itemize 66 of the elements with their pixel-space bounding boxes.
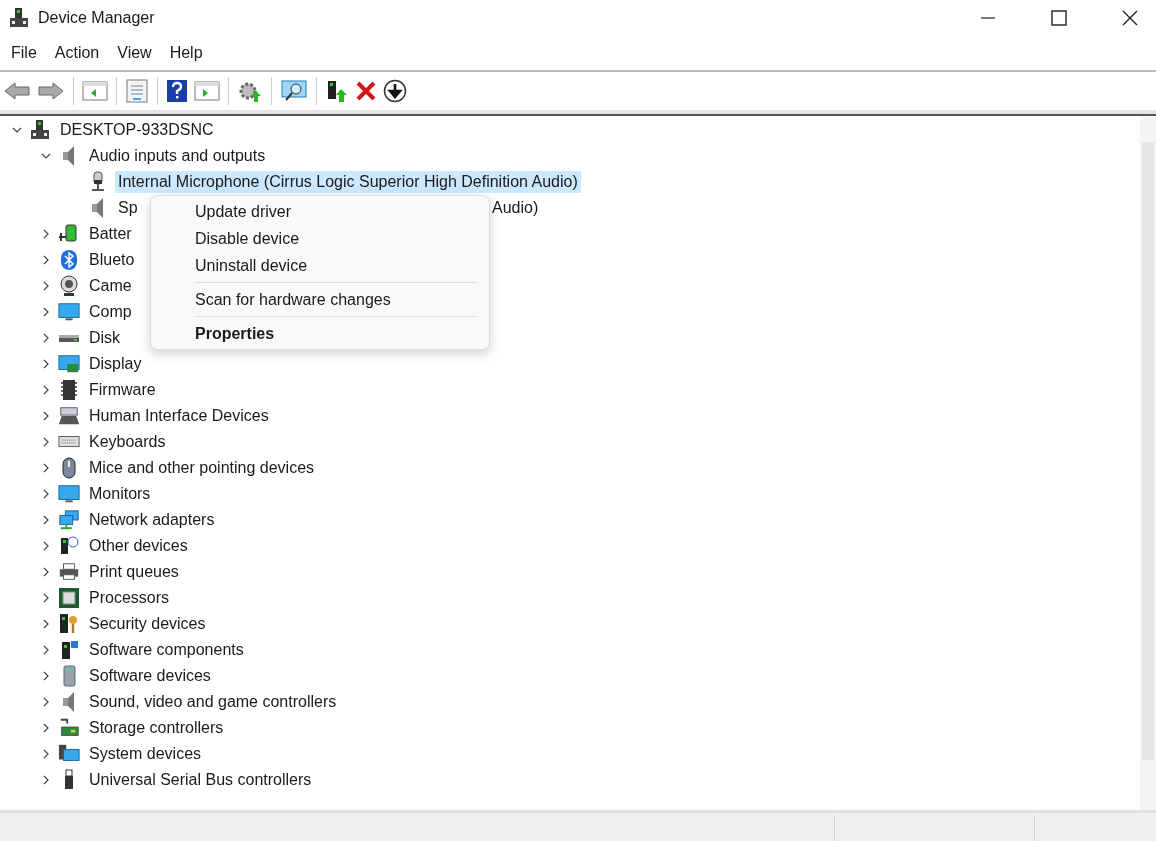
tree-item[interactable]: Audio inputs and outputs <box>86 145 269 167</box>
tree-item[interactable]: Universal Serial Bus controllers <box>86 769 315 791</box>
monitor-icon <box>58 301 80 323</box>
device-key-icon <box>58 613 80 635</box>
disk-drive-icon <box>59 334 79 342</box>
display-adapter-icon <box>58 353 80 375</box>
device-update-icon[interactable] <box>325 79 349 103</box>
tree-item[interactable]: Print queues <box>86 561 182 583</box>
scrollbar[interactable] <box>1140 116 1156 810</box>
tree-item[interactable]: Keyboards <box>86 431 169 453</box>
context-menu-item[interactable]: Uninstall device <box>151 252 489 279</box>
tree-item[interactable]: Human Interface Devices <box>86 405 272 427</box>
processor-icon <box>58 587 80 609</box>
webcam-icon <box>59 275 79 297</box>
download-circle-icon[interactable] <box>383 79 407 103</box>
tree-item[interactable]: Software components <box>86 639 247 661</box>
chip-icon <box>59 379 79 401</box>
tree-item[interactable]: Other devices <box>86 535 191 557</box>
tree-item[interactable]: Sp <box>115 197 141 219</box>
tree-item[interactable]: DESKTOP-933DSNC <box>57 119 217 141</box>
tree-item[interactable]: Sound, video and game controllers <box>86 691 340 713</box>
printer-icon <box>58 561 80 583</box>
device-manager-icon <box>8 7 30 29</box>
tree-item[interactable]: Software devices <box>86 665 214 687</box>
tree-item[interactable]: System devices <box>86 743 205 765</box>
menu-item[interactable]: Action <box>47 44 107 62</box>
tree-item[interactable]: Security devices <box>86 613 209 635</box>
back-arrow-icon[interactable] <box>3 80 31 102</box>
tree-item[interactable]: Firmware <box>86 379 159 401</box>
computer-icon <box>29 119 51 141</box>
network-icon <box>58 509 80 531</box>
tree-item[interactable]: Blueto <box>86 249 138 271</box>
monitor-magnifier-icon[interactable] <box>280 79 308 103</box>
close-icon[interactable] <box>1122 10 1138 26</box>
context-menu-item[interactable]: Disable device <box>151 225 489 252</box>
tree-item-text: Audio) <box>492 199 539 217</box>
menu-item[interactable]: View <box>110 44 159 62</box>
storage-controller-icon <box>58 717 80 739</box>
tree-item[interactable]: Storage controllers <box>86 717 227 739</box>
tree-item[interactable]: Disk <box>86 327 124 349</box>
tree-item[interactable]: Batter <box>86 223 135 245</box>
help-icon[interactable] <box>166 79 188 103</box>
mouse-icon <box>59 457 79 479</box>
monitor-icon <box>58 483 80 505</box>
tree-item[interactable]: Monitors <box>86 483 154 505</box>
maximize-icon[interactable] <box>1051 10 1067 26</box>
delete-icon[interactable] <box>355 80 377 102</box>
menu-item[interactable]: File <box>4 44 44 62</box>
window-panel-icon[interactable] <box>194 80 220 102</box>
window-panel-icon[interactable] <box>82 80 108 102</box>
window-title: Device Manager <box>38 9 155 27</box>
context-menu-item[interactable]: Scan for hardware changes <box>151 286 489 313</box>
bluetooth-icon <box>59 249 79 271</box>
context-menu-item[interactable]: Properties <box>151 320 489 347</box>
tree-item[interactable]: Network adapters <box>86 509 218 531</box>
tree-item[interactable]: Display <box>86 353 145 375</box>
tree-item[interactable]: Mice and other pointing devices <box>86 457 318 479</box>
menu-item[interactable]: Help <box>162 44 210 62</box>
unknown-device-icon <box>58 535 80 557</box>
forward-arrow-icon[interactable] <box>37 80 65 102</box>
battery-plug-icon <box>58 223 80 245</box>
tree-item[interactable]: Internal Microphone (Cirrus Logic Superior High Definition Audio) <box>115 171 581 193</box>
tree-item[interactable]: Comp <box>86 301 135 323</box>
tree-item[interactable]: Came <box>86 275 135 297</box>
context-menu-item[interactable]: Update driver <box>151 198 489 225</box>
tree-item[interactable]: Processors <box>86 587 173 609</box>
